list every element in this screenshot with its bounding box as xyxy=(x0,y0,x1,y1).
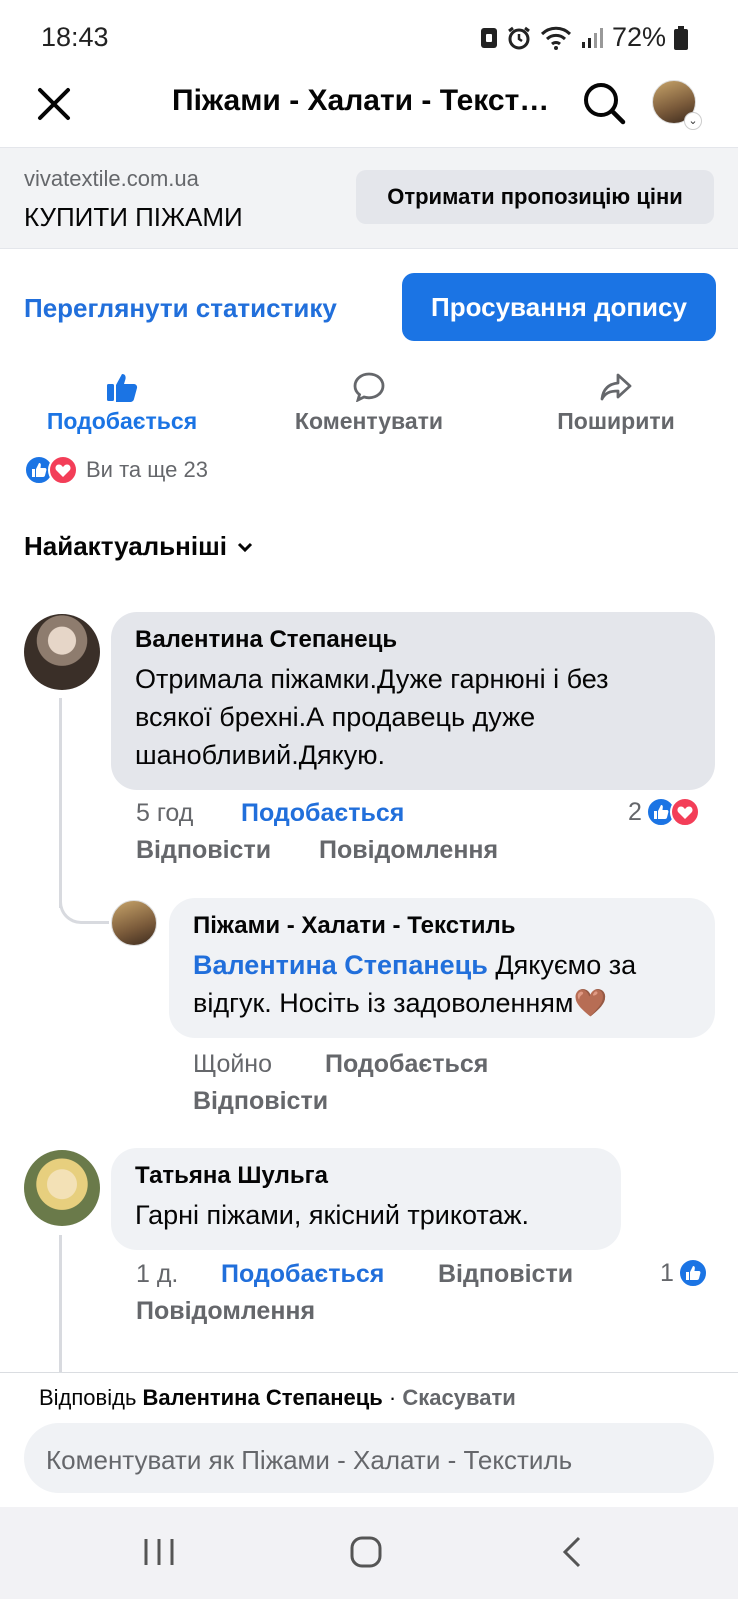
love-reaction-icon xyxy=(48,455,78,485)
wifi-icon xyxy=(540,26,572,50)
home-button[interactable] xyxy=(349,1535,383,1574)
view-insights-link[interactable]: Переглянути статистику xyxy=(24,293,337,324)
comment-reply-link[interactable]: Відповісти xyxy=(438,1260,573,1289)
status-icons: 72% xyxy=(480,22,688,53)
comment-button[interactable]: Коментувати xyxy=(269,372,469,435)
ad-headline: КУПИТИ ПІЖАМИ xyxy=(24,202,243,232)
reply-time: Щойно xyxy=(193,1050,273,1078)
nfc-icon xyxy=(480,27,497,48)
share-button[interactable]: Поширити xyxy=(516,372,716,435)
comment-author[interactable]: Валентина Степанець xyxy=(135,626,691,654)
close-button[interactable] xyxy=(30,80,78,128)
replying-to-name: Валентина Степанець xyxy=(142,1385,383,1410)
chevron-down-icon: ⌄ xyxy=(684,112,702,130)
comment-bubble: Валентина Степанець Отримала піжамки.Дуж… xyxy=(111,612,715,790)
reply-text: Валентина Степанець Дякуємо за відгук. Н… xyxy=(193,950,637,1018)
get-quote-button[interactable]: Отримати пропозицію ціни xyxy=(356,170,714,224)
comment-bubble: Татьяна Шульга Гарні піжами, якісний три… xyxy=(111,1148,621,1250)
home-icon xyxy=(350,1536,382,1568)
page-title: Піжами - Халати - Текстиль xyxy=(172,84,564,117)
like-reaction-icon xyxy=(677,1258,708,1288)
replying-to-label: Відповідь Валентина Степанець · Скасуват… xyxy=(39,1385,516,1410)
battery-percent: 72% xyxy=(611,22,666,52)
thread-line xyxy=(59,1235,62,1372)
like-button[interactable]: Подобається xyxy=(22,372,222,435)
comment-message-link[interactable]: Повідомлення xyxy=(319,836,498,865)
reactions-count-text: Ви та ще 23 xyxy=(86,457,208,482)
thumbs-up-icon xyxy=(107,374,138,402)
search-icon xyxy=(584,83,626,125)
share-button-label: Поширити xyxy=(557,408,675,434)
comment-author[interactable]: Татьяна Шульга xyxy=(135,1162,597,1190)
comment-sort-dropdown[interactable]: Найактуальніші xyxy=(24,531,253,562)
recent-apps-button[interactable] xyxy=(142,1537,176,1572)
comment-reaction-count: 2 xyxy=(628,797,642,826)
comment-icon xyxy=(353,372,385,402)
love-reaction-icon xyxy=(669,797,700,827)
reply-author[interactable]: Піжами - Халати - Текстиль xyxy=(193,912,691,940)
back-button[interactable] xyxy=(560,1535,584,1574)
comment-button-label: Коментувати xyxy=(294,408,444,434)
sort-label: Найактуальніші xyxy=(24,531,227,561)
thread-line xyxy=(59,698,62,908)
comment-text: Отримала піжамки.Дуже гарнюні і без всяк… xyxy=(135,664,609,770)
status-time: 18:43 xyxy=(41,22,109,52)
comment-reply-link[interactable]: Відповісти xyxy=(136,836,271,865)
comment-message-link[interactable]: Повідомлення xyxy=(136,1297,315,1326)
boost-post-button[interactable]: Просування допису xyxy=(402,273,716,341)
chevron-down-icon xyxy=(237,542,253,552)
cancel-reply-link[interactable]: Скасувати xyxy=(402,1385,515,1410)
ad-domain: vivatextile.com.ua xyxy=(24,166,199,191)
back-icon xyxy=(562,1536,581,1568)
comment-time: 1 д. xyxy=(136,1260,179,1288)
battery-icon xyxy=(674,25,688,50)
commenter-avatar[interactable] xyxy=(24,1150,100,1226)
comment-reactions[interactable]: 1 xyxy=(660,1258,708,1288)
alarm-icon xyxy=(508,26,530,49)
mention-link[interactable]: Валентина Степанець xyxy=(193,950,488,980)
comment-reaction-count: 1 xyxy=(660,1258,674,1287)
close-icon xyxy=(38,88,70,120)
thread-connector xyxy=(59,882,109,924)
comment-like-link[interactable]: Подобається xyxy=(221,1260,384,1289)
comment-text: Гарні піжами, якісний трикотаж. xyxy=(135,1200,530,1230)
reactions-summary[interactable]: Ви та ще 23 xyxy=(24,455,208,485)
like-button-label: Подобається xyxy=(46,408,198,434)
recent-apps-icon xyxy=(144,1539,174,1565)
comment-like-link[interactable]: Подобається xyxy=(241,799,404,828)
profile-switcher[interactable]: ⌄ xyxy=(652,80,702,130)
share-icon xyxy=(600,373,632,401)
reply-bubble: Піжами - Халати - Текстиль Валентина Сте… xyxy=(169,898,715,1038)
comment-reactions[interactable]: 2 xyxy=(628,797,700,827)
comment-input[interactable]: Коментувати як Піжами - Халати - Текстил… xyxy=(24,1423,714,1493)
signal-icon xyxy=(581,27,603,48)
reply-reply-link[interactable]: Відповісти xyxy=(193,1087,328,1116)
search-button[interactable] xyxy=(581,80,629,128)
comment-time: 5 год xyxy=(136,799,194,827)
reply-like-link[interactable]: Подобається xyxy=(325,1050,488,1079)
page-avatar[interactable] xyxy=(111,900,157,946)
commenter-avatar[interactable] xyxy=(24,614,100,690)
